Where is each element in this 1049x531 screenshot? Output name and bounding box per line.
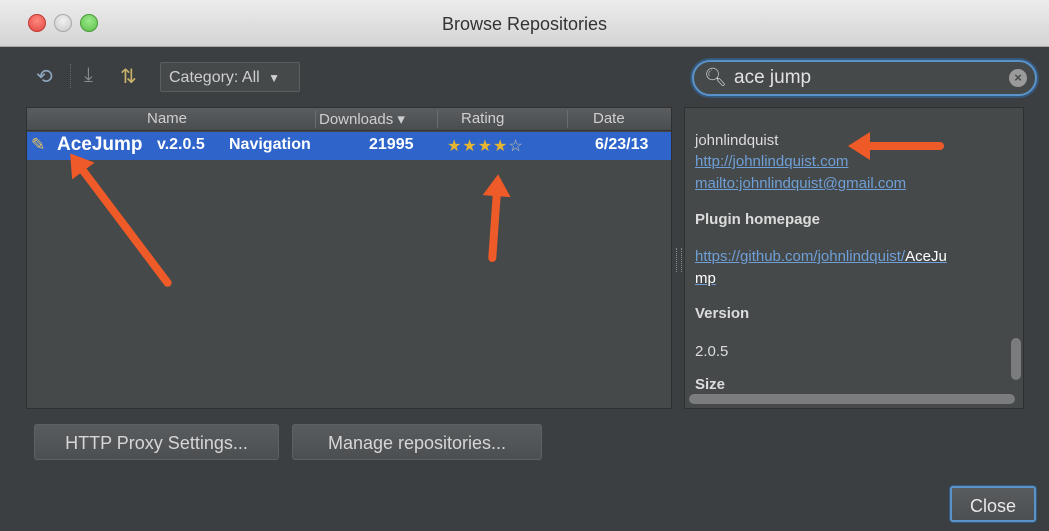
column-header-downloads[interactable]: Downloads ▾ bbox=[319, 110, 405, 128]
table-row[interactable]: ✎ AceJump v.2.0.5 Navigation 21995 ★★★★☆… bbox=[27, 132, 671, 160]
vendor-name: johnlindquist bbox=[695, 132, 779, 149]
homepage-heading: Plugin homepage bbox=[695, 211, 821, 228]
plugin-version: v.2.0.5 bbox=[157, 136, 205, 153]
homepage-link-part: https://github.com/johnlindquist/ bbox=[695, 248, 906, 265]
toolbar-separator bbox=[70, 64, 72, 88]
column-divider bbox=[315, 110, 316, 128]
search-field[interactable]: 🔍︎ × bbox=[692, 60, 1037, 96]
plugin-table: Name Downloads ▾ Rating Date ✎ AceJump v… bbox=[26, 107, 672, 409]
column-header-date[interactable]: Date bbox=[593, 110, 625, 127]
category-label: Category: All bbox=[169, 69, 260, 86]
vertical-scrollbar[interactable] bbox=[1011, 338, 1021, 380]
search-icon: 🔍︎ bbox=[704, 67, 727, 87]
star-filled-icon: ★ bbox=[447, 138, 463, 155]
homepage-link[interactable]: https://github.com/johnlindquist/AceJu bbox=[695, 248, 947, 265]
column-divider bbox=[567, 110, 568, 128]
sort-icon[interactable]: ⇅ bbox=[120, 64, 137, 89]
rating-stars: ★★★★☆ bbox=[447, 136, 524, 156]
sort-descending-icon: ▾ bbox=[397, 111, 405, 128]
annotation-arrow bbox=[864, 142, 944, 150]
browse-repositories-dialog: Browse Repositories ⟲ ⤓ ⇅ Category: All … bbox=[0, 0, 1049, 531]
chevron-down-icon: ▼ bbox=[268, 71, 281, 85]
refresh-icon[interactable]: ⟲ bbox=[36, 64, 53, 89]
table-header: Name Downloads ▾ Rating Date bbox=[27, 108, 671, 131]
download-icon[interactable]: ⤓ bbox=[84, 64, 93, 87]
plugin-category: Navigation bbox=[229, 136, 311, 153]
close-button[interactable]: Close bbox=[950, 486, 1036, 522]
plugin-downloads: 21995 bbox=[369, 136, 414, 153]
star-empty-icon: ☆ bbox=[508, 138, 524, 155]
homepage-link-highlight: mp bbox=[695, 270, 716, 287]
star-filled-icon: ★ bbox=[462, 138, 478, 155]
clear-icon[interactable]: × bbox=[1009, 69, 1027, 87]
category-dropdown[interactable]: Category: All ▼ bbox=[160, 62, 300, 92]
plugin-date: 6/23/13 bbox=[595, 136, 649, 153]
column-header-rating[interactable]: Rating bbox=[461, 110, 504, 127]
star-filled-icon: ★ bbox=[477, 138, 494, 155]
homepage-link-highlight: AceJu bbox=[905, 248, 947, 265]
version-value: 2.0.5 bbox=[695, 343, 729, 360]
vendor-email-link[interactable]: mailto:johnlindquist@gmail.com bbox=[695, 175, 906, 192]
manage-repositories-button[interactable]: Manage repositories... bbox=[292, 424, 542, 460]
star-filled-icon: ★ bbox=[493, 138, 509, 155]
homepage-link-continued[interactable]: mp bbox=[695, 270, 716, 287]
title-bar: Browse Repositories bbox=[0, 0, 1049, 47]
window-title: Browse Repositories bbox=[441, 14, 608, 34]
version-heading: Version bbox=[695, 305, 750, 322]
size-heading: Size bbox=[695, 376, 726, 393]
column-divider bbox=[437, 110, 438, 128]
splitter-handle[interactable] bbox=[676, 248, 682, 272]
plugin-icon: ✎ bbox=[31, 135, 46, 154]
http-proxy-settings-button[interactable]: HTTP Proxy Settings... bbox=[34, 424, 279, 460]
column-header-name[interactable]: Name bbox=[147, 110, 187, 127]
vendor-url-link[interactable]: http://johnlindquist.com bbox=[695, 153, 848, 170]
search-input[interactable] bbox=[734, 65, 994, 91]
column-header-downloads-label: Downloads bbox=[319, 111, 394, 128]
horizontal-scrollbar[interactable] bbox=[689, 394, 1015, 404]
